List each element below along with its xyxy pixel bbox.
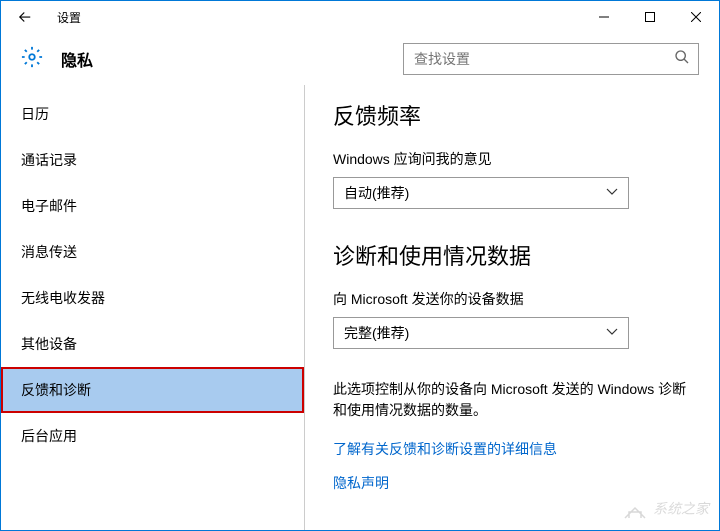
search-input[interactable] [414, 51, 674, 67]
sidebar-item-radios[interactable]: 无线电收发器 [1, 275, 304, 321]
main-content: 反馈频率 Windows 应询问我的意见 自动(推荐) 诊断和使用情况数据 向 … [305, 85, 719, 530]
diagnostics-label: 向 Microsoft 发送你的设备数据 [333, 289, 691, 309]
close-button[interactable] [673, 1, 719, 33]
chevron-down-icon [606, 327, 618, 339]
dropdown-value: 完整(推荐) [344, 323, 409, 343]
section-title-diagnostics: 诊断和使用情况数据 [333, 239, 691, 271]
section-title-feedback: 反馈频率 [333, 99, 691, 131]
sidebar-item-feedback-diagnostics[interactable]: 反馈和诊断 [1, 367, 304, 413]
arrow-left-icon [16, 8, 34, 26]
search-icon [674, 49, 690, 70]
maximize-button[interactable] [627, 1, 673, 33]
sidebar-item-call-history[interactable]: 通话记录 [1, 137, 304, 183]
learn-more-link[interactable]: 了解有关反馈和诊断设置的详细信息 [333, 439, 691, 459]
minimize-icon [599, 12, 609, 22]
sidebar-item-calendar[interactable]: 日历 [1, 91, 304, 137]
diagnostics-dropdown[interactable]: 完整(推荐) [333, 317, 629, 349]
back-button[interactable] [9, 1, 41, 33]
sidebar-item-background-apps[interactable]: 后台应用 [1, 413, 304, 459]
sidebar: 日历 通话记录 电子邮件 消息传送 无线电收发器 其他设备 反馈和诊断 后台应用 [1, 85, 305, 530]
chevron-down-icon [606, 187, 618, 199]
maximize-icon [645, 12, 655, 22]
close-icon [691, 12, 701, 22]
sidebar-item-email[interactable]: 电子邮件 [1, 183, 304, 229]
search-box[interactable] [403, 43, 699, 75]
dropdown-value: 自动(推荐) [344, 183, 409, 203]
gear-icon [21, 46, 43, 73]
privacy-statement-link[interactable]: 隐私声明 [333, 473, 691, 493]
sidebar-item-other-devices[interactable]: 其他设备 [1, 321, 304, 367]
app-title: 设置 [57, 9, 81, 26]
minimize-button[interactable] [581, 1, 627, 33]
diagnostics-description: 此选项控制从你的设备向 Microsoft 发送的 Windows 诊断和使用情… [333, 379, 691, 421]
titlebar: 设置 [1, 1, 719, 33]
sidebar-item-messaging[interactable]: 消息传送 [1, 229, 304, 275]
page-title: 隐私 [61, 47, 93, 71]
header: 隐私 [1, 33, 719, 85]
feedback-frequency-dropdown[interactable]: 自动(推荐) [333, 177, 629, 209]
feedback-frequency-label: Windows 应询问我的意见 [333, 149, 691, 169]
